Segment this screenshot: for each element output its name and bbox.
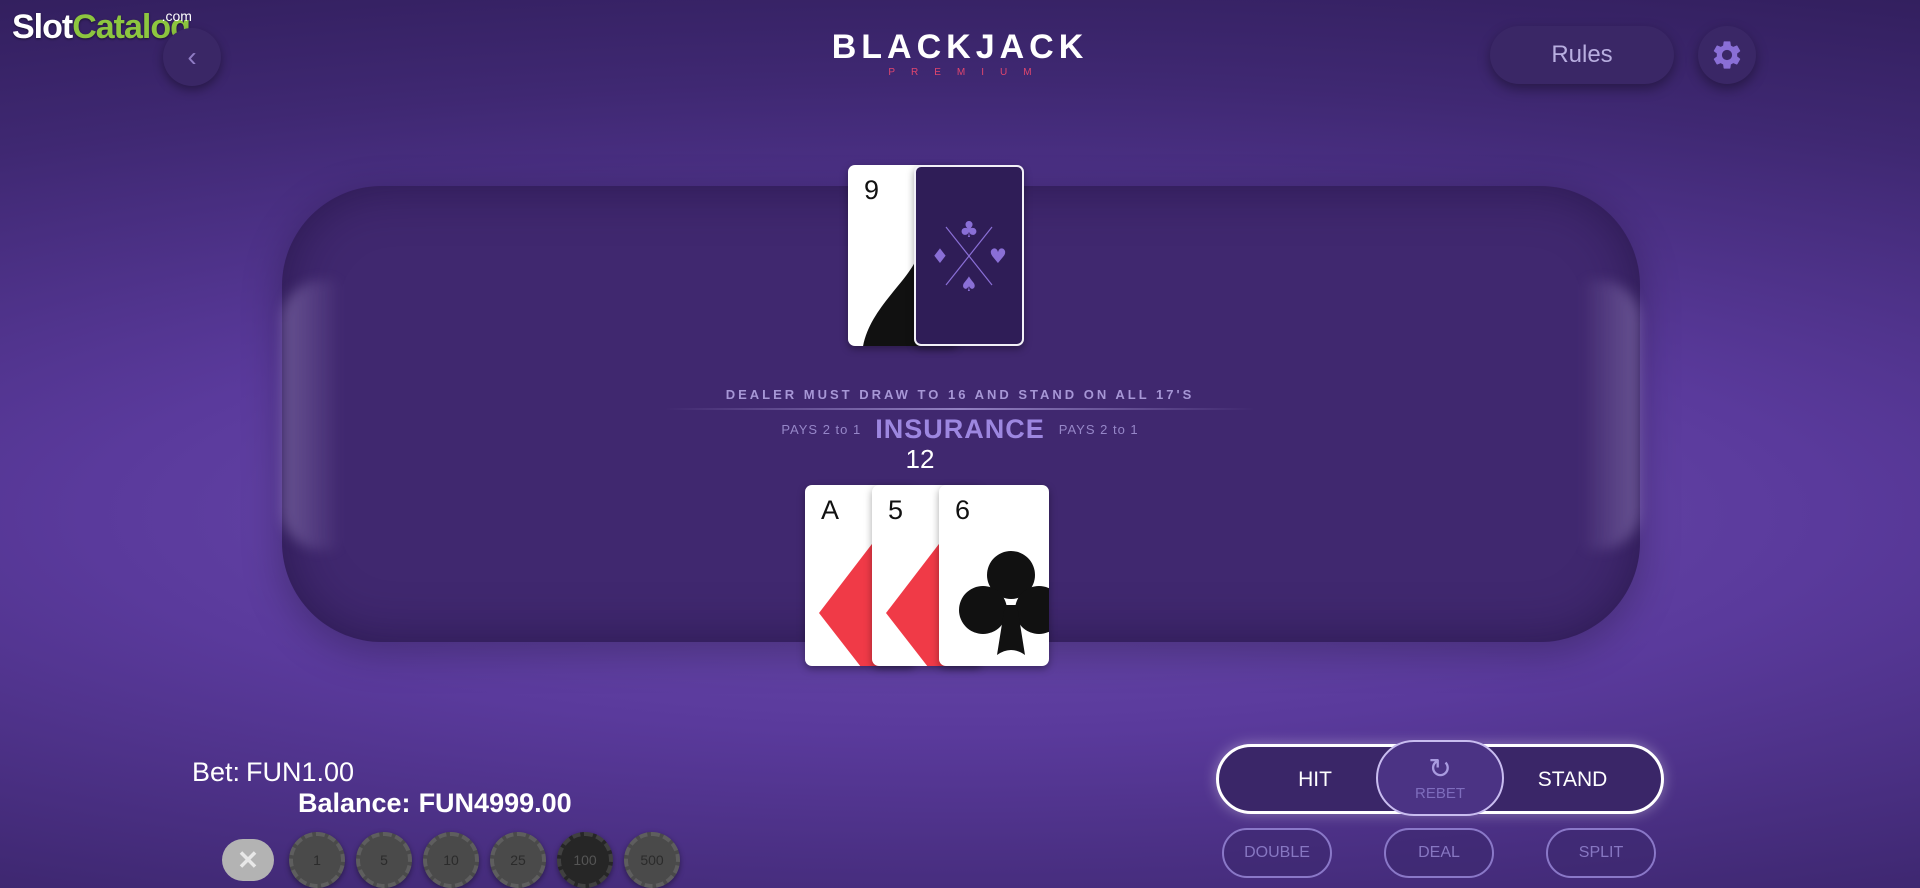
hit-button[interactable]: HIT	[1260, 760, 1370, 800]
player-score: 12	[905, 444, 935, 474]
insurance-pays-right: PAYS 2 to 1	[1058, 422, 1139, 437]
insurance-pays-left: PAYS 2 to 1	[781, 422, 862, 437]
bet-display: Bet: FUN1.00	[192, 757, 354, 788]
player-card-3: 6	[939, 485, 1049, 666]
rule-divider	[665, 408, 1255, 410]
close-icon: ✕	[237, 844, 259, 875]
chip-25[interactable]: 25	[490, 832, 546, 888]
chip-1[interactable]: 1	[289, 832, 345, 888]
balance-value: FUN4999.00	[418, 788, 572, 818]
chip-10[interactable]: 10	[423, 832, 479, 888]
settings-button[interactable]	[1698, 26, 1756, 84]
chip-rack: ✕ 1 5 10 25 100 500	[222, 832, 680, 888]
dealer-card-2-facedown: ♣ ♦ ♥ ♠	[914, 165, 1024, 346]
chip-500[interactable]: 500	[624, 832, 680, 888]
svg-text:♥: ♥	[989, 244, 1007, 268]
dealer-rule-text: DEALER MUST DRAW TO 16 AND STAND ON ALL …	[725, 387, 1195, 402]
watermark-suffix: .com	[161, 8, 192, 24]
balance-label: Balance:	[298, 788, 411, 818]
chip-5[interactable]: 5	[356, 832, 412, 888]
rebet-button[interactable]: ↻ REBET	[1376, 740, 1504, 816]
clear-bet-button[interactable]: ✕	[222, 839, 274, 881]
club-icon	[959, 551, 1049, 655]
deal-button[interactable]: DEAL	[1384, 828, 1494, 878]
svg-text:♦: ♦	[931, 244, 949, 268]
balance-display: Balance: FUN4999.00	[298, 788, 572, 819]
double-button[interactable]: DOUBLE	[1222, 828, 1332, 878]
insurance-title: INSURANCE	[875, 414, 1045, 444]
bet-label: Bet:	[192, 757, 241, 787]
card-back-pattern: ♣ ♦ ♥ ♠	[931, 218, 1007, 296]
chip-100[interactable]: 100	[557, 832, 613, 888]
rules-button[interactable]: Rules	[1490, 26, 1674, 84]
rebet-label: REBET	[1414, 784, 1465, 802]
stand-button[interactable]: STAND	[1510, 760, 1635, 800]
refresh-icon: ↻	[1428, 752, 1452, 784]
svg-text:♠: ♠	[960, 272, 978, 296]
gear-icon	[1713, 41, 1741, 69]
bet-value: FUN1.00	[246, 757, 355, 787]
split-button[interactable]: SPLIT	[1546, 828, 1656, 878]
insurance-row: PAYS 2 to 1 INSURANCE PAYS 2 to 1	[0, 414, 1920, 445]
svg-text:♣: ♣	[959, 218, 979, 243]
